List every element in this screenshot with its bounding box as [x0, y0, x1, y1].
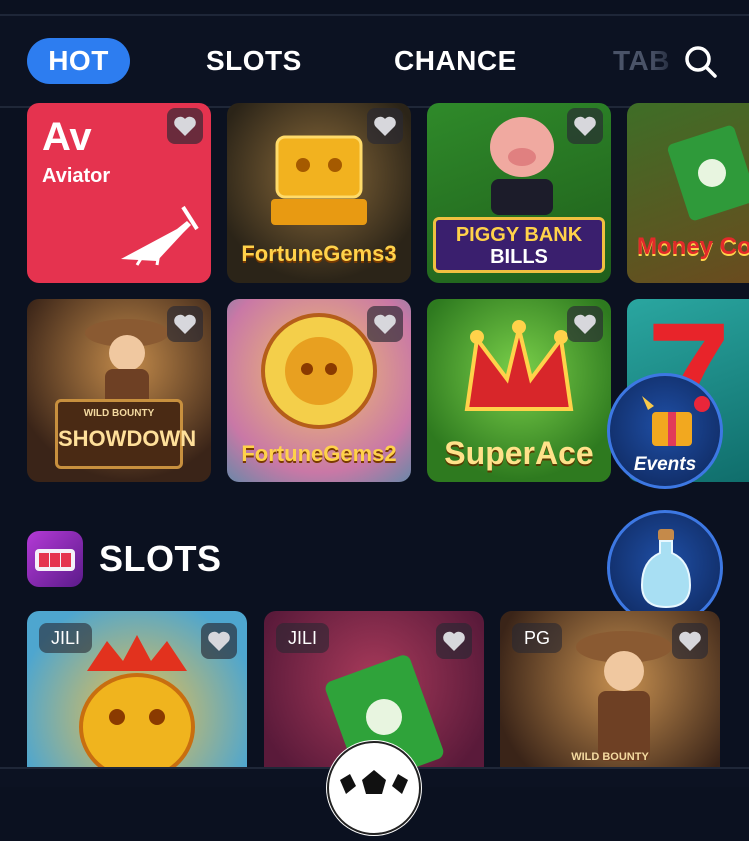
- jester-crown-icon: [464, 320, 574, 411]
- golden-idol-icon: [271, 135, 367, 225]
- aviator-logo-text: Av: [42, 115, 92, 159]
- game-title-line2: BILLS: [490, 246, 548, 268]
- pig-character-icon: [490, 117, 554, 215]
- favorite-heart-icon[interactable]: [567, 108, 603, 144]
- game-tile-money-coming[interactable]: Money Co: [627, 103, 749, 283]
- golden-idol-icon: [79, 635, 195, 781]
- bottle-icon: [640, 529, 692, 609]
- bottle-button[interactable]: [607, 510, 723, 626]
- game-title-line1: PIGGY BANK: [455, 224, 583, 246]
- game-title: Aviator: [42, 165, 111, 187]
- game-tile-piggy-bank-bills[interactable]: PIGGY BANK BILLS: [427, 103, 611, 283]
- favorite-heart-icon[interactable]: [167, 306, 203, 342]
- favorite-heart-icon[interactable]: [672, 623, 708, 659]
- title-banner: PIGGY BANK BILLS: [433, 217, 605, 273]
- game-title: Money Co: [637, 233, 749, 260]
- notification-dot: [694, 396, 710, 412]
- money-stack-icon: [667, 125, 749, 221]
- favorite-heart-icon[interactable]: [367, 306, 403, 342]
- game-subtitle: WILD BOUNTY: [83, 408, 155, 419]
- provider-badge: JILI: [276, 623, 330, 653]
- game-tile-slots-1[interactable]: JILI: [27, 611, 247, 785]
- plane-icon: [121, 205, 199, 266]
- game-title: FortuneGems2: [241, 441, 397, 466]
- game-tile-fortune-gems-2[interactable]: FortuneGems2: [227, 299, 411, 482]
- game-tile-fortune-gems-3[interactable]: FortuneGems3: [227, 103, 411, 283]
- favorite-heart-icon[interactable]: [436, 623, 472, 659]
- favorite-heart-icon[interactable]: [167, 108, 203, 144]
- game-tile-slots-3[interactable]: WILD BOUNTY PG: [500, 611, 720, 785]
- provider-badge: PG: [512, 623, 563, 653]
- title-sign: WILD BOUNTY SHOWDOWN: [55, 399, 197, 469]
- events-label: Events: [633, 454, 697, 475]
- favorite-heart-icon[interactable]: [201, 623, 237, 659]
- game-title: SuperAce: [444, 435, 594, 471]
- cowgirl-character-icon: [576, 631, 672, 761]
- game-tile-super-ace[interactable]: SuperAce: [427, 299, 611, 482]
- soccer-ball-icon[interactable]: [326, 740, 422, 836]
- game-subtitle: WILD BOUNTY: [571, 751, 649, 763]
- tab-slots[interactable]: SLOTS: [206, 38, 302, 84]
- favorite-heart-icon[interactable]: [567, 306, 603, 342]
- game-tile-wild-bounty-showdown[interactable]: WILD BOUNTY SHOWDOWN: [27, 299, 211, 482]
- game-tile-aviator[interactable]: Av Aviator: [27, 103, 211, 283]
- multiplier-wheel-icon: [261, 313, 377, 429]
- game-title: SHOWDOWN: [58, 426, 197, 451]
- favorite-heart-icon[interactable]: [367, 108, 403, 144]
- provider-badge: JILI: [39, 623, 93, 653]
- events-button[interactable]: Events: [607, 373, 723, 489]
- tab-hot[interactable]: HOT: [27, 38, 130, 84]
- game-title: FortuneGems3: [241, 241, 397, 266]
- gift-box-icon: [642, 396, 692, 446]
- tab-chance[interactable]: CHANCE: [394, 38, 517, 84]
- category-nav: HOT SLOTS CHANCE TAB: [0, 16, 749, 108]
- slots-section-icon: [27, 531, 83, 587]
- search-icon[interactable]: [683, 44, 719, 80]
- section-title: SLOTS: [99, 538, 222, 579]
